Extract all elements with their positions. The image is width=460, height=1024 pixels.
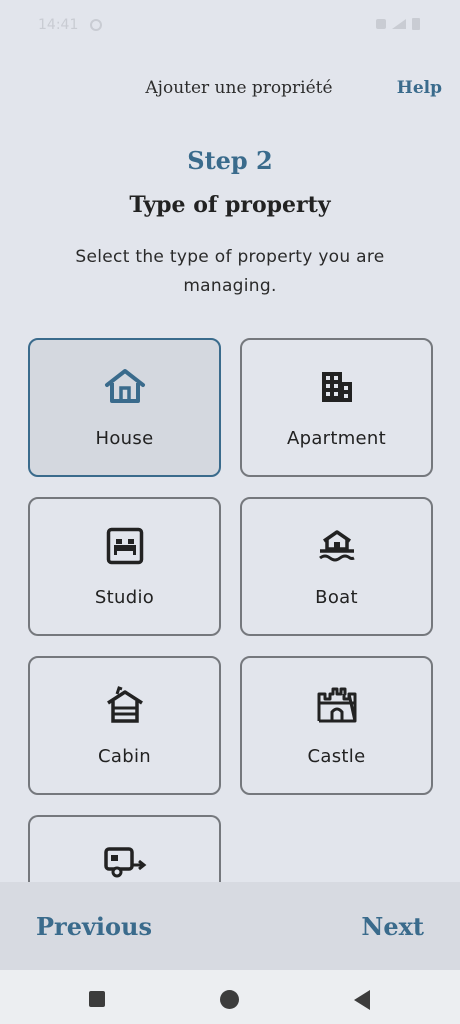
property-type-house[interactable]: House [28,338,221,477]
back-icon[interactable] [354,990,370,1010]
notification-icon [90,19,102,31]
cabin-icon [30,686,219,724]
bed-icon [30,527,219,565]
battery-icon [412,18,420,30]
property-type-studio[interactable]: Studio [28,497,221,636]
status-icons [376,18,420,30]
signal-icon [392,19,406,29]
step-title: Type of property [129,192,331,218]
card-label: Boat [315,587,358,608]
property-type-apartment[interactable]: Apartment [240,338,433,477]
house-icon [30,368,219,406]
next-button[interactable]: Next [361,912,424,941]
property-type-cabin[interactable]: Cabin [28,656,221,795]
card-label: Cabin [98,746,151,767]
castle-icon [242,686,431,724]
card-label: Apartment [286,428,386,449]
card-label: Castle [307,746,366,767]
property-type-caravan[interactable] [28,815,221,885]
status-time: 14:41 [38,17,79,33]
system-nav-bar [0,970,460,1024]
property-type-boat[interactable]: Boat [240,497,433,636]
home-icon[interactable] [220,990,239,1009]
page-title: Ajouter une propriété [145,78,333,98]
boat-icon [242,527,431,565]
network-icon [376,19,386,29]
step-description: Select the type of property you are mana… [75,247,385,296]
help-link[interactable]: Help [397,78,442,98]
recents-icon[interactable] [89,991,105,1007]
wizard-footer: Previous Next [0,882,460,970]
card-label: Studio [94,587,155,608]
status-bar: 14:41 [0,0,460,52]
building-icon [242,368,431,406]
property-type-castle[interactable]: Castle [240,656,433,795]
card-label: House [95,428,154,449]
previous-button[interactable]: Previous [36,912,152,941]
caravan-icon [30,845,219,883]
step-label: Step 2 [187,146,273,175]
